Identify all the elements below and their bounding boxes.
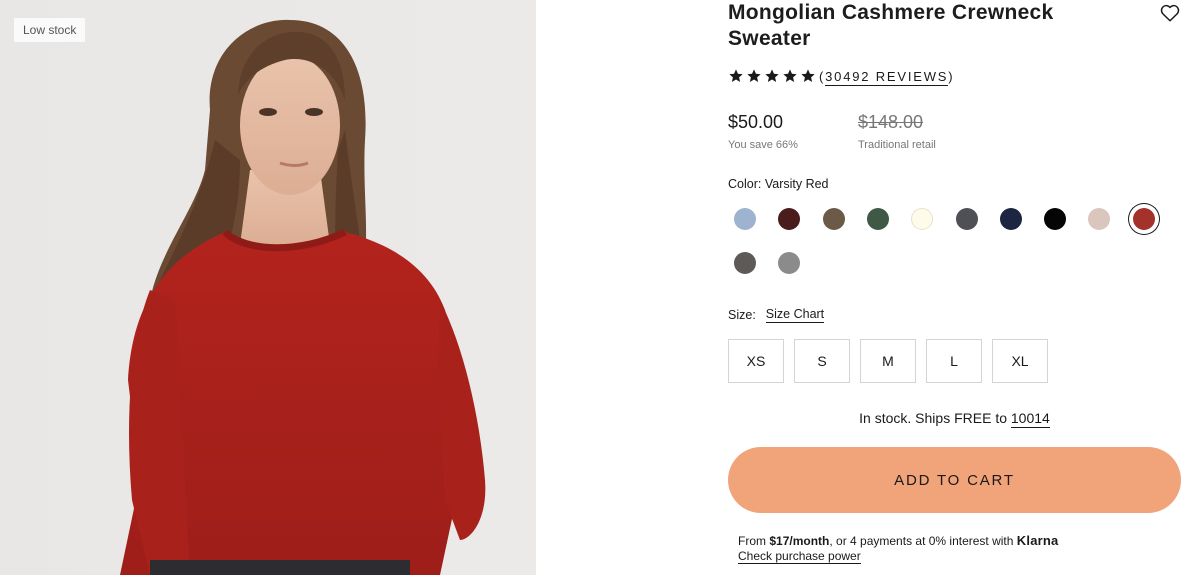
reviews-link[interactable]: (30492 REVIEWS) bbox=[819, 68, 954, 86]
add-to-cart-button[interactable]: ADD TO CART bbox=[728, 447, 1181, 513]
rating-row: (30492 REVIEWS) bbox=[728, 66, 954, 86]
current-price: $50.00 bbox=[728, 112, 784, 132]
color-swatch[interactable] bbox=[822, 208, 845, 230]
product-details: Mongolian Cashmere Crewneck Sweater (304… bbox=[728, 0, 1188, 575]
current-price-block: $50.00 You save 66% bbox=[728, 110, 798, 151]
star-icon bbox=[783, 69, 797, 82]
financing-terms: , or 4 payments at 0% interest with bbox=[829, 534, 1014, 548]
size-row: Size: Size Chart bbox=[728, 307, 825, 323]
star-icon bbox=[747, 69, 761, 82]
size-options: XS S M L XL bbox=[728, 339, 1048, 383]
color-swatch[interactable] bbox=[911, 208, 934, 230]
color-label-prefix: Color: bbox=[728, 177, 762, 191]
product-photo bbox=[0, 0, 536, 575]
check-purchase-power-link[interactable]: Check purchase power bbox=[738, 550, 861, 564]
color-swatch[interactable] bbox=[734, 252, 756, 274]
savings-text: You save 66% bbox=[728, 139, 798, 151]
star-icon bbox=[729, 69, 743, 82]
color-swatch[interactable] bbox=[866, 208, 889, 230]
selected-color-name: Varsity Red bbox=[764, 177, 829, 191]
reviews-count: 30492 REVIEWS bbox=[825, 68, 949, 86]
financing-from: From bbox=[738, 534, 766, 548]
zip-code-link[interactable]: 10014 bbox=[1010, 410, 1050, 428]
size-option-xl[interactable]: XL bbox=[992, 339, 1048, 383]
color-swatch[interactable] bbox=[955, 208, 978, 230]
color-swatch[interactable] bbox=[778, 252, 801, 274]
size-option-m[interactable]: M bbox=[860, 339, 916, 383]
original-price-block: $148.00 Traditional retail bbox=[858, 110, 936, 151]
shipping-info: In stock. Ships FREE to 10014 bbox=[728, 410, 1181, 428]
color-label: Color: Varsity Red bbox=[728, 177, 829, 191]
original-price-caption: Traditional retail bbox=[858, 139, 936, 151]
product-title: Mongolian Cashmere Crewneck Sweater bbox=[728, 1, 1054, 50]
star-icon bbox=[765, 69, 779, 82]
color-swatch[interactable] bbox=[1088, 208, 1111, 230]
size-option-l[interactable]: L bbox=[926, 339, 982, 383]
original-price: $148.00 bbox=[858, 112, 924, 132]
heart-outline-icon bbox=[1160, 4, 1180, 22]
color-swatch[interactable] bbox=[999, 208, 1022, 230]
size-label: Size: bbox=[728, 308, 756, 322]
klarna-logo: Klarna bbox=[1016, 533, 1059, 548]
star-icon bbox=[801, 69, 815, 82]
color-swatch[interactable] bbox=[734, 208, 756, 230]
financing-monthly: $17/month bbox=[769, 534, 830, 548]
product-image: Low stock bbox=[0, 0, 536, 575]
size-chart-link[interactable]: Size Chart bbox=[765, 307, 825, 323]
color-swatch[interactable] bbox=[1044, 208, 1067, 230]
low-stock-badge: Low stock bbox=[14, 18, 86, 42]
wishlist-button[interactable] bbox=[1160, 4, 1182, 24]
shipping-text: In stock. Ships FREE to bbox=[859, 410, 1007, 426]
size-option-xs[interactable]: XS bbox=[728, 339, 784, 383]
color-swatch[interactable] bbox=[778, 208, 801, 230]
color-swatch[interactable] bbox=[1132, 208, 1155, 230]
star-rating bbox=[728, 68, 816, 84]
klarna-financing: From $17/month, or 4 payments at 0% inte… bbox=[738, 533, 1058, 564]
size-option-s[interactable]: S bbox=[794, 339, 850, 383]
